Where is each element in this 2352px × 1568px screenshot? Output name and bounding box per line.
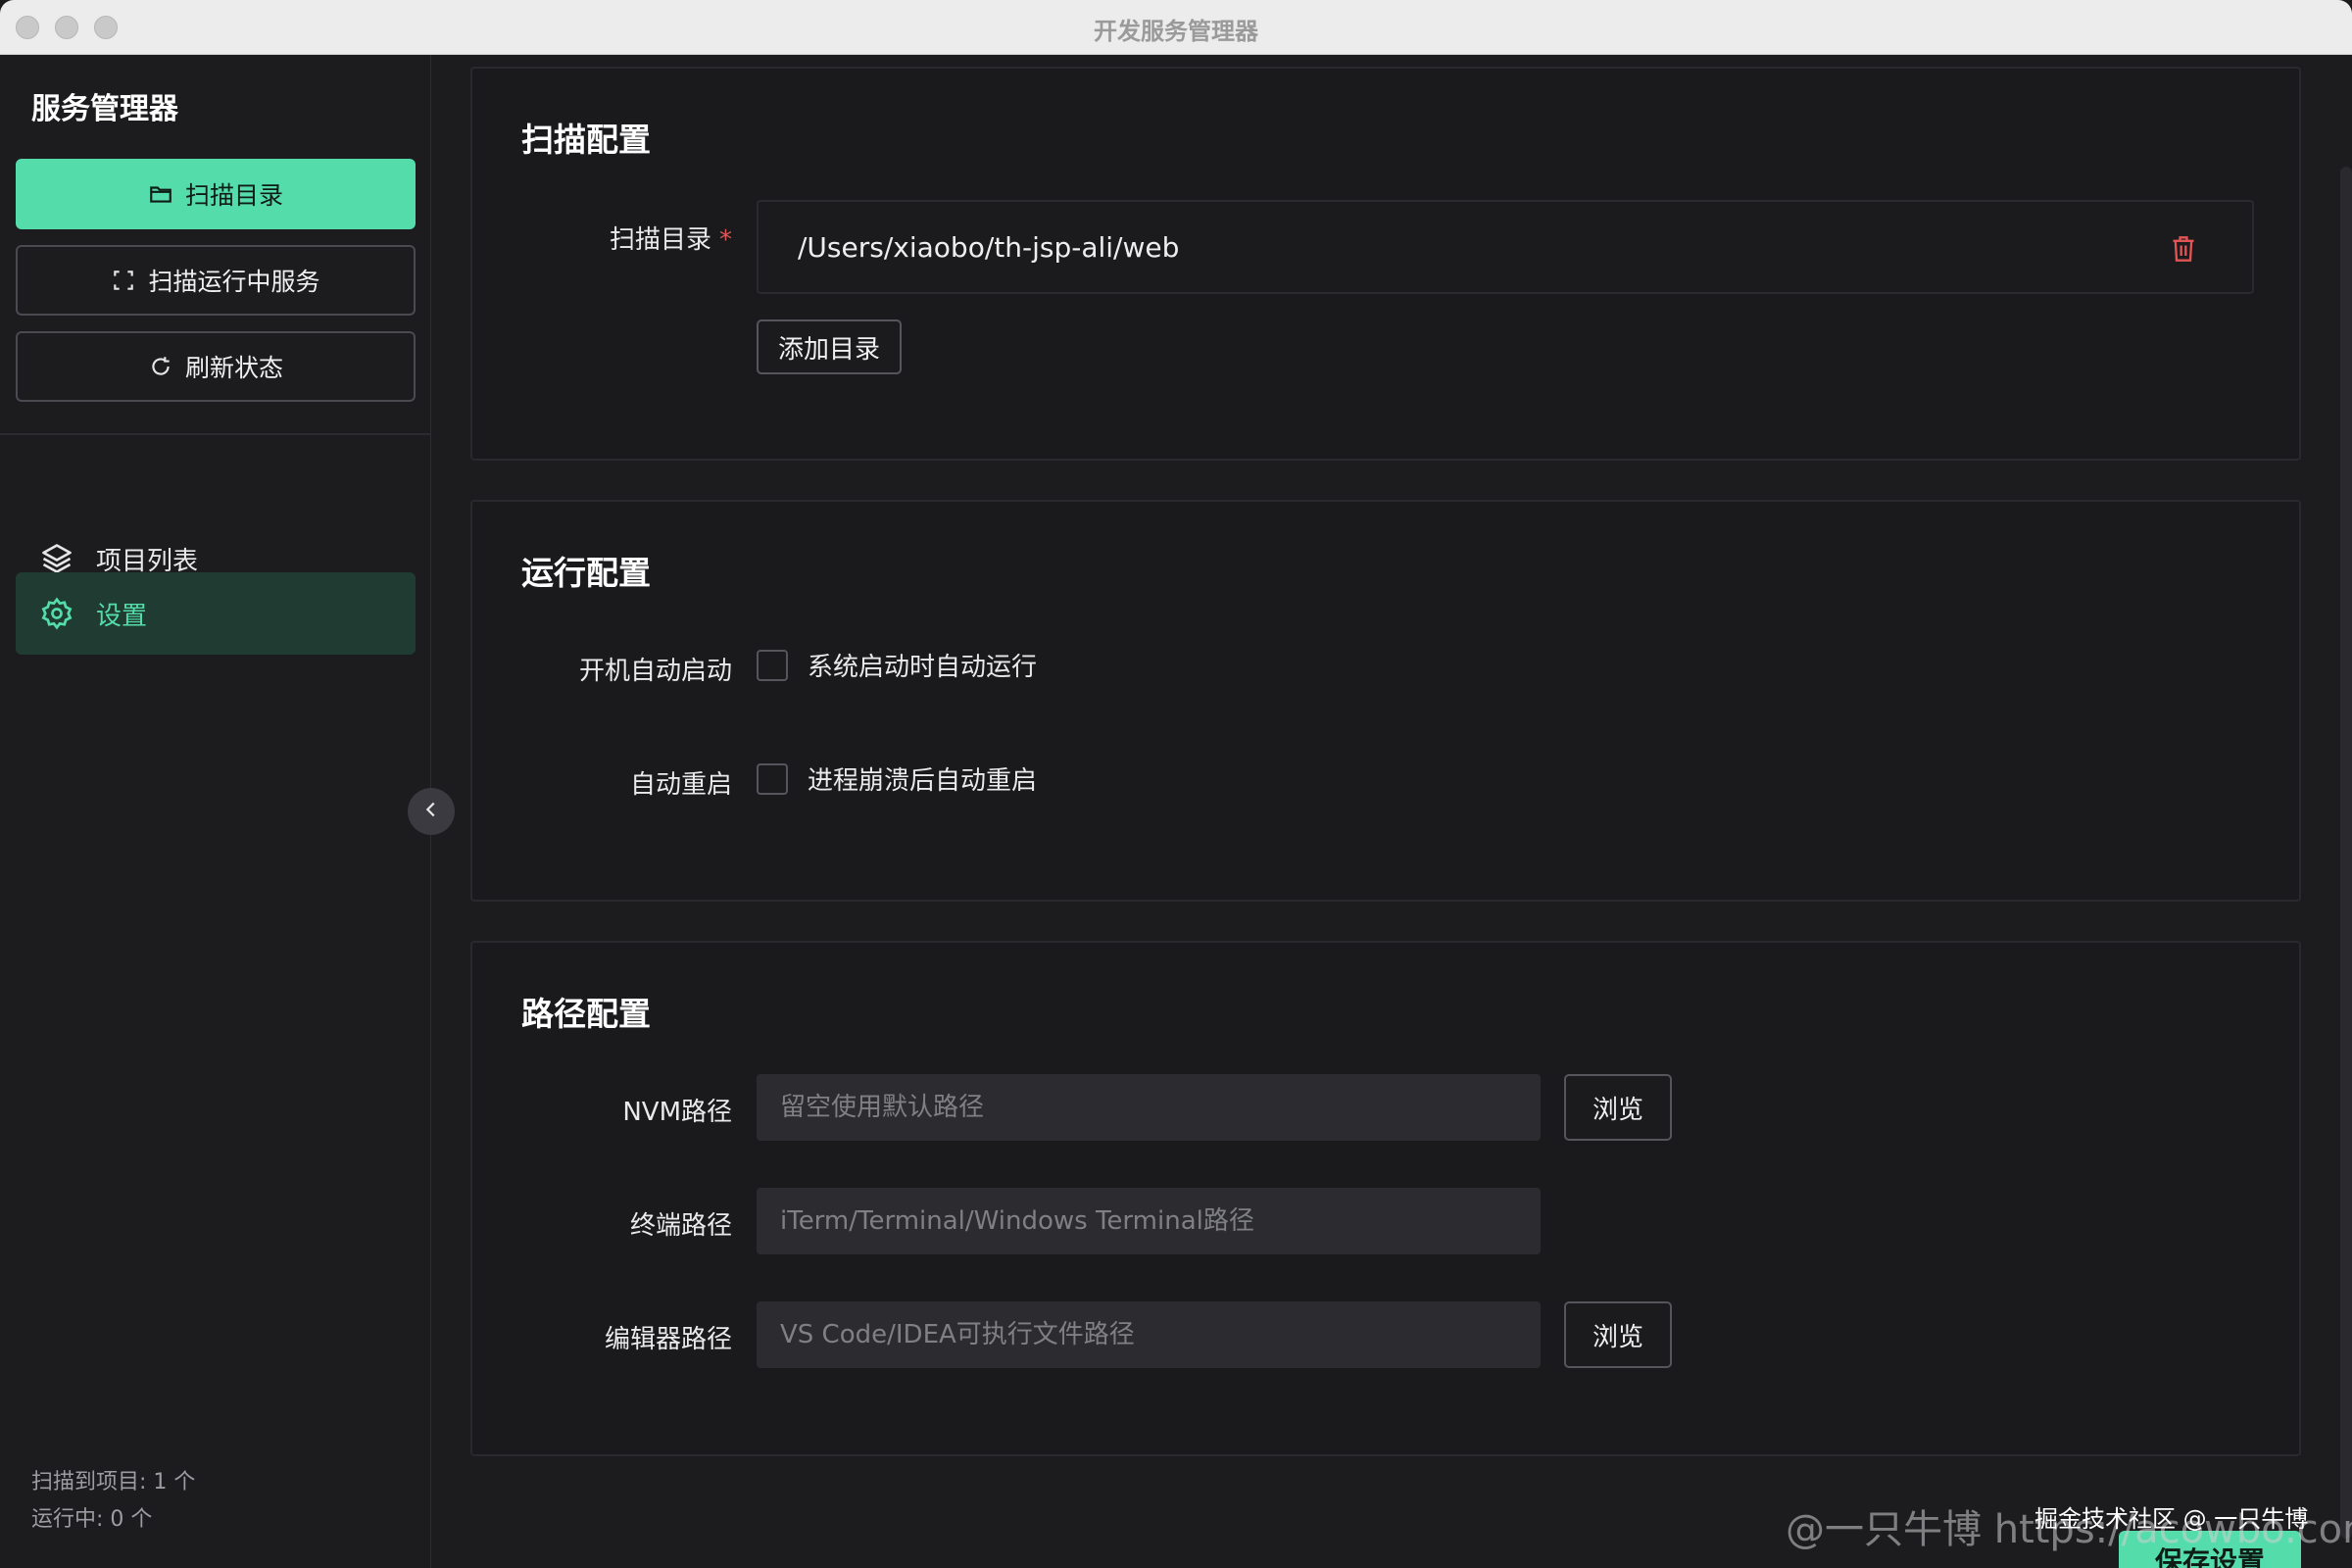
nvm-path-label: NVM路径 (622, 1098, 732, 1127)
required-mark: * (719, 225, 732, 255)
scan-dir-value[interactable]: /Users/xiaobo/th-jsp-ali/web (798, 231, 1179, 264)
editor-browse-button[interactable]: 浏览 (1564, 1301, 1672, 1368)
scanned-count: 扫描到项目: 1 个 (31, 1470, 196, 1494)
window-title: 开发服务管理器 (1094, 18, 1258, 45)
autostart-option[interactable]: 系统启动时自动运行 (757, 647, 1037, 683)
sidebar-item-projects-label: 项目列表 (96, 546, 199, 576)
autostart-label: 开机自动启动 (578, 657, 732, 686)
running-count: 运行中: 0 个 (31, 1507, 153, 1532)
autorestart-label: 自动重启 (629, 770, 732, 800)
scan-config-panel: 扫描配置 扫描目录 * /Users/xiaobo/th-jsp-ali/web … (470, 67, 2301, 461)
scan-frame-icon (111, 268, 136, 293)
scan-directory-button[interactable]: 扫描目录 (16, 159, 416, 229)
scan-dir-label-text: 扫描目录 (609, 225, 711, 255)
sidebar-item-settings-label: 设置 (96, 601, 148, 631)
refresh-status-label: 刷新状态 (184, 354, 283, 382)
nvm-path-input[interactable] (757, 1074, 1541, 1141)
autorestart-option[interactable]: 进程崩溃后自动重启 (757, 760, 1037, 797)
scan-running-services-label: 扫描运行中服务 (148, 268, 320, 296)
terminal-path-input[interactable] (757, 1188, 1541, 1254)
scan-config-title: 扫描配置 (521, 121, 651, 159)
nvm-browse-button[interactable]: 浏览 (1564, 1074, 1672, 1141)
scan-dir-label: 扫描目录 * (472, 220, 732, 256)
sidebar-brand: 服务管理器 (31, 92, 178, 126)
refresh-icon (148, 354, 173, 379)
scan-dir-row: /Users/xiaobo/th-jsp-ali/web (757, 200, 2254, 294)
folder-icon (148, 181, 173, 207)
sidebar: 服务管理器 扫描目录 扫描运行中服务 刷新状态 项目列表 设置 扫描到项目: 1… (0, 55, 431, 1568)
editor-path-input[interactable] (757, 1301, 1541, 1368)
autorestart-text: 进程崩溃后自动重启 (808, 766, 1038, 796)
path-config-title: 路径配置 (521, 995, 651, 1033)
run-config-title: 运行配置 (521, 554, 651, 592)
chevron-left-icon (420, 799, 442, 824)
path-config-panel: 路径配置 NVM路径 浏览 终端路径 编辑器路径 浏览 (470, 941, 2301, 1456)
autorestart-checkbox[interactable] (757, 762, 788, 795)
layers-icon (39, 541, 74, 576)
gear-icon (39, 596, 74, 631)
terminal-path-label: 终端路径 (629, 1211, 732, 1241)
sidebar-divider (0, 433, 431, 435)
add-directory-button[interactable]: 添加目录 (757, 319, 902, 374)
scan-directory-label: 扫描目录 (184, 181, 283, 210)
community-credit: 掘金技术社区 @ 一只牛博 (2034, 1505, 2309, 1533)
autostart-checkbox[interactable] (757, 649, 788, 681)
main-scrollbar[interactable] (2340, 167, 2352, 1539)
title-bar: 开发服务管理器 (0, 0, 2352, 55)
app-window: 开发服务管理器 服务管理器 扫描目录 扫描运行中服务 刷新状态 项目列表 设置 … (0, 0, 2352, 1568)
sidebar-stats: 扫描到项目: 1 个 运行中: 0 个 (31, 1464, 195, 1539)
autostart-text: 系统启动时自动运行 (808, 653, 1038, 682)
run-config-panel: 运行配置 开机自动启动 系统启动时自动运行 自动重启 进程崩溃后自动重启 (470, 500, 2301, 902)
editor-path-label: 编辑器路径 (604, 1325, 732, 1354)
sidebar-item-settings[interactable]: 设置 (16, 572, 416, 655)
refresh-status-button[interactable]: 刷新状态 (16, 331, 416, 402)
collapse-sidebar-button[interactable] (408, 788, 455, 835)
trash-icon[interactable] (2170, 233, 2197, 265)
scan-running-services-button[interactable]: 扫描运行中服务 (16, 245, 416, 316)
